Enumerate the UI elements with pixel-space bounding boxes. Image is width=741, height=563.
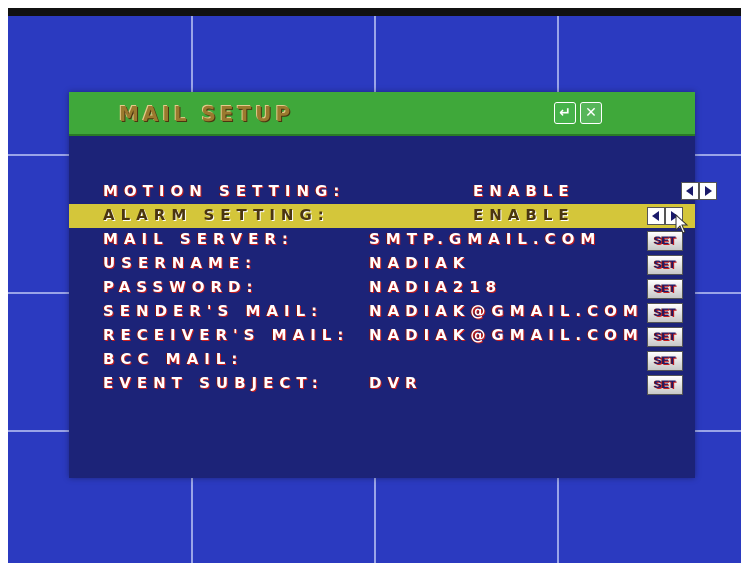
set-button[interactable]: SET [647,351,683,371]
row-label: MAIL SERVER: [103,230,294,248]
row-label: EVENT SUBJECT: [103,374,324,392]
row-value: DVR [369,374,423,392]
row-value: ENABLE [473,206,575,224]
mouse-pointer-icon [675,214,689,234]
row-label: MOTION SETTING: [103,182,346,200]
row-value: NADIAK [369,254,471,272]
row-value: NADIA218 [369,278,503,296]
row-label: RECEIVER'S MAIL: [103,326,350,344]
set-button[interactable]: SET [647,279,683,299]
list-item-receivers-mail[interactable]: RECEIVER'S MAIL: NADIAK@GMAIL.COM SET [103,324,693,348]
list-item-event-subject[interactable]: EVENT SUBJECT: DVR SET [103,372,693,396]
list-item-alarm-setting[interactable]: ALARM SETTING: ENABLE [69,204,695,228]
list-item-mail-server[interactable]: MAIL SERVER: SMTP.GMAIL.COM SET [103,228,693,252]
list-item-username[interactable]: USERNAME: NADIAK SET [103,252,693,276]
row-value: NADIAK@GMAIL.COM [369,302,644,320]
list-item-password[interactable]: PASSWORD: NADIA218 SET [103,276,693,300]
row-value: ENABLE [473,182,575,200]
left-arrow-icon[interactable] [647,207,665,225]
row-label: BCC MAIL: [103,350,244,368]
dialog-title: MAIL SETUP [119,102,295,126]
set-button[interactable]: SET [647,255,683,275]
right-arrow-icon[interactable] [699,182,717,200]
enter-icon[interactable]: ↵ [554,102,576,124]
value-arrows [681,182,717,200]
row-label: SENDER'S MAIL: [103,302,324,320]
left-arrow-icon[interactable] [681,182,699,200]
row-label: USERNAME: [103,254,258,272]
list-item-bcc-mail[interactable]: BCC MAIL: SET [103,348,693,372]
set-button[interactable]: SET [647,231,683,251]
set-button[interactable]: SET [647,375,683,395]
dvr-screen: MAIL SETUP ↵ ✕ MOTION SETTING: ENABLE AL… [8,8,741,563]
row-label: PASSWORD: [103,278,259,296]
list-item-motion-setting[interactable]: MOTION SETTING: ENABLE [103,180,717,204]
close-icon[interactable]: ✕ [580,102,602,124]
set-button[interactable]: SET [647,327,683,347]
row-value: NADIAK@GMAIL.COM [369,326,644,344]
row-label: ALARM SETTING: [103,206,330,224]
dialog-titlebar: MAIL SETUP ↵ ✕ [69,92,695,136]
mail-setup-dialog: MAIL SETUP ↵ ✕ MOTION SETTING: ENABLE AL… [69,92,717,478]
list-item-senders-mail[interactable]: SENDER'S MAIL: NADIAK@GMAIL.COM SET [103,300,693,324]
set-button[interactable]: SET [647,303,683,323]
row-value: SMTP.GMAIL.COM [369,230,602,248]
